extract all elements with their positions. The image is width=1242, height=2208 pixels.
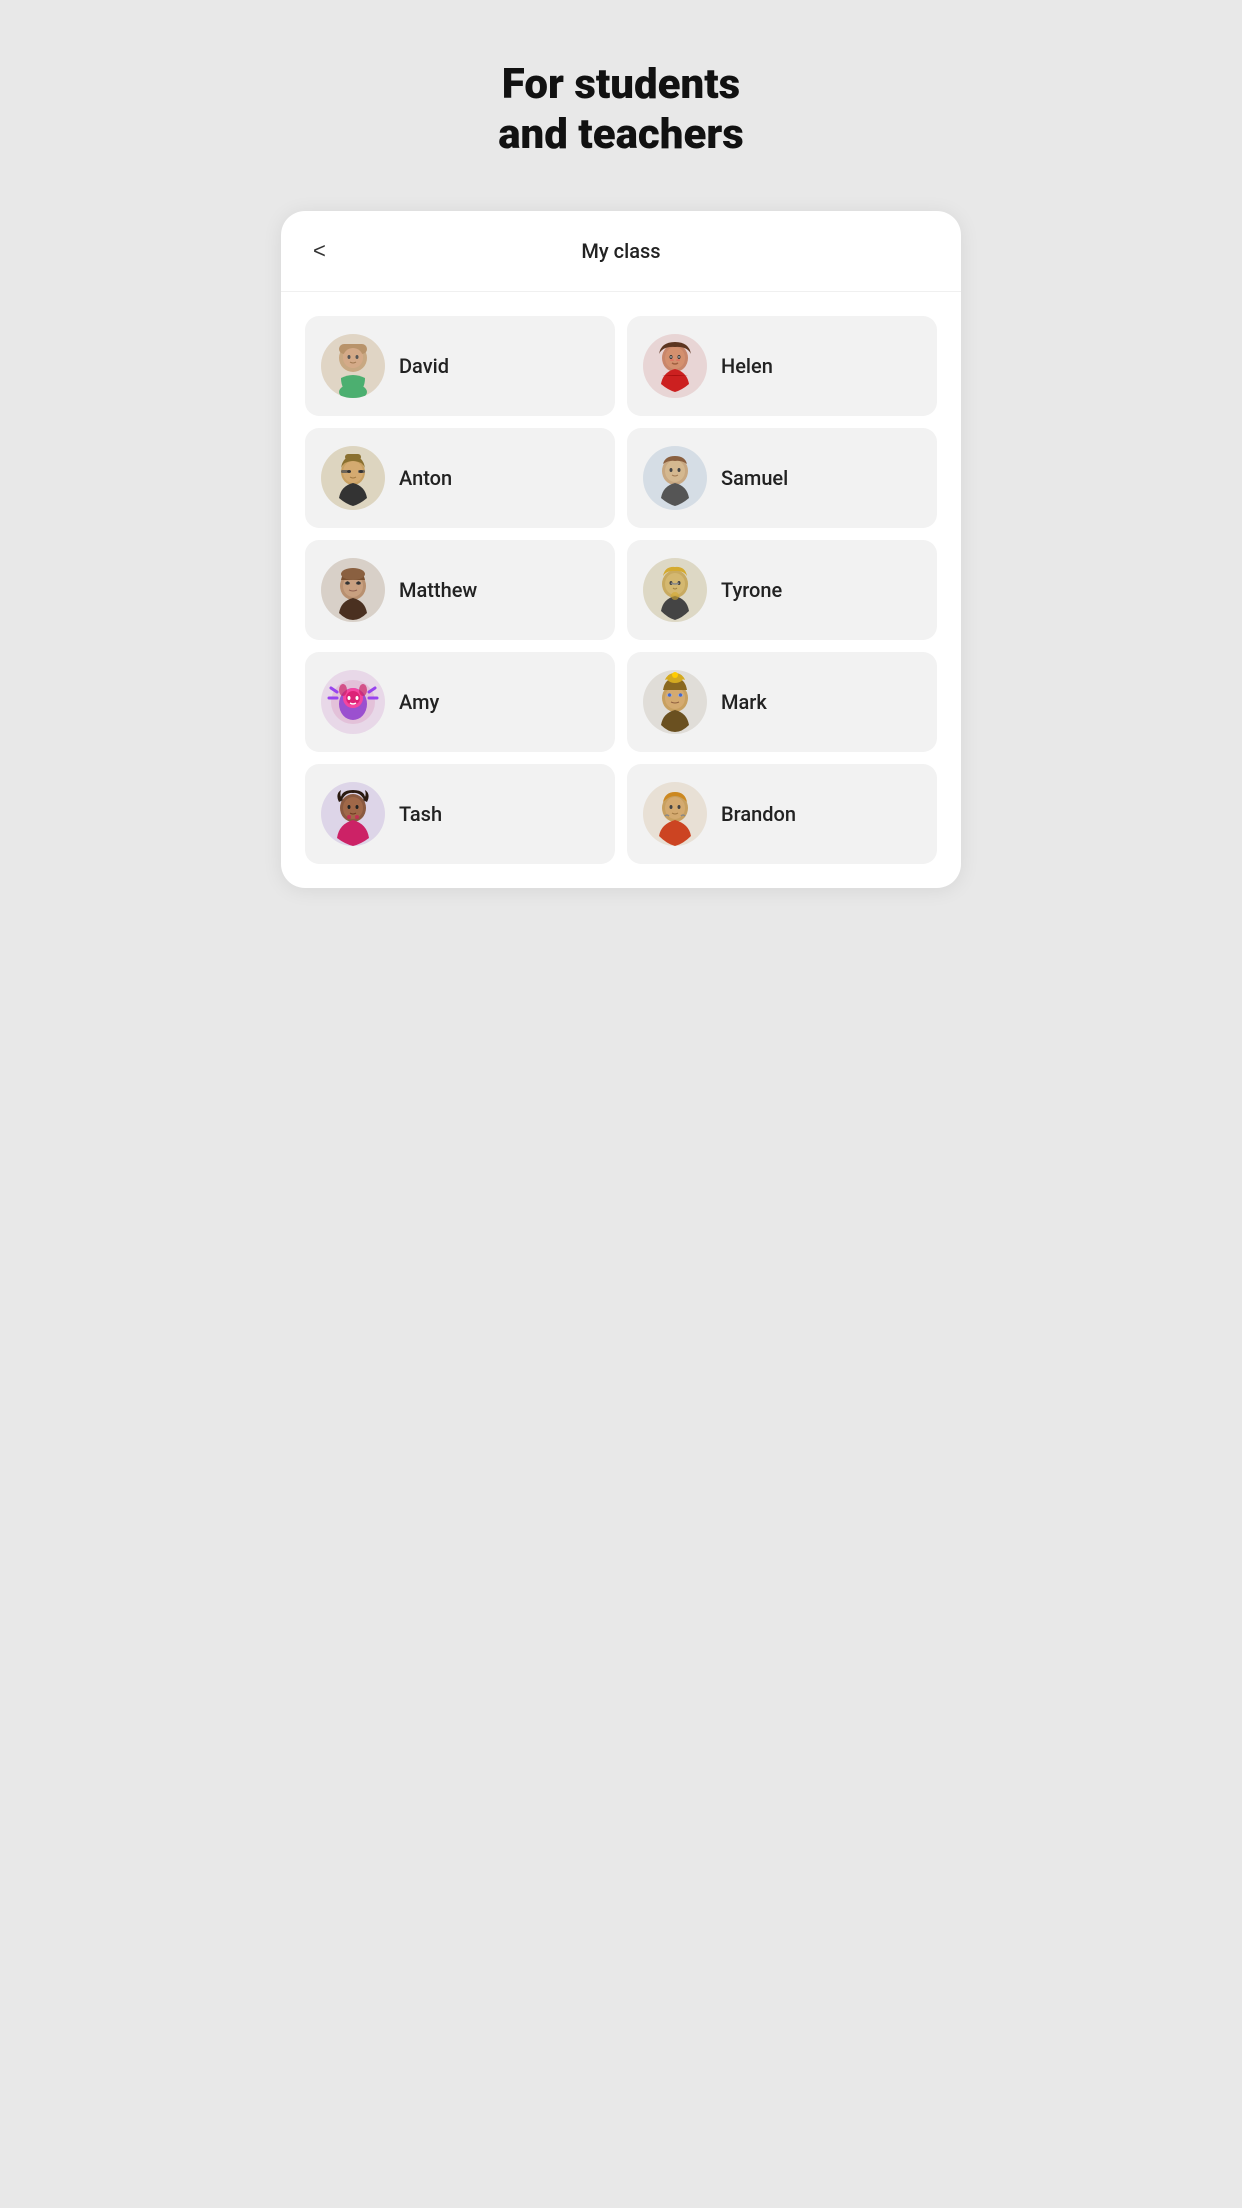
student-card-tash[interactable]: Tash (305, 764, 615, 864)
avatar-anton (321, 446, 385, 510)
avatar-helen (643, 334, 707, 398)
student-card-brandon[interactable]: Brandon (627, 764, 937, 864)
student-card-david[interactable]: David (305, 316, 615, 416)
student-card-amy[interactable]: Amy (305, 652, 615, 752)
avatar-matthew (321, 558, 385, 622)
avatar-tash (321, 782, 385, 846)
back-button[interactable]: < (305, 234, 334, 268)
student-name-anton: Anton (399, 466, 452, 490)
student-name-amy: Amy (399, 690, 439, 714)
student-card-tyrone[interactable]: Tyrone (627, 540, 937, 640)
student-name-mark: Mark (721, 690, 767, 714)
student-name-brandon: Brandon (721, 802, 796, 826)
student-name-samuel: Samuel (721, 466, 788, 490)
student-name-matthew: Matthew (399, 578, 477, 602)
student-name-david: David (399, 354, 449, 378)
student-card-samuel[interactable]: Samuel (627, 428, 937, 528)
card-title: My class (581, 239, 660, 263)
student-card-anton[interactable]: Anton (305, 428, 615, 528)
student-name-tyrone: Tyrone (721, 578, 782, 602)
student-name-helen: Helen (721, 354, 773, 378)
avatar-david (321, 334, 385, 398)
card-header: < My class (281, 211, 961, 292)
student-card-helen[interactable]: Helen (627, 316, 937, 416)
student-card-mark[interactable]: Mark (627, 652, 937, 752)
students-grid: David Helen Anton Samuel (281, 292, 961, 888)
avatar-amy (321, 670, 385, 734)
class-card: < My class David Helen (281, 211, 961, 888)
avatar-tyrone (643, 558, 707, 622)
student-card-matthew[interactable]: Matthew (305, 540, 615, 640)
page-title: For students and teachers (498, 60, 744, 161)
avatar-brandon (643, 782, 707, 846)
student-name-tash: Tash (399, 802, 442, 826)
avatar-samuel (643, 446, 707, 510)
avatar-mark (643, 670, 707, 734)
